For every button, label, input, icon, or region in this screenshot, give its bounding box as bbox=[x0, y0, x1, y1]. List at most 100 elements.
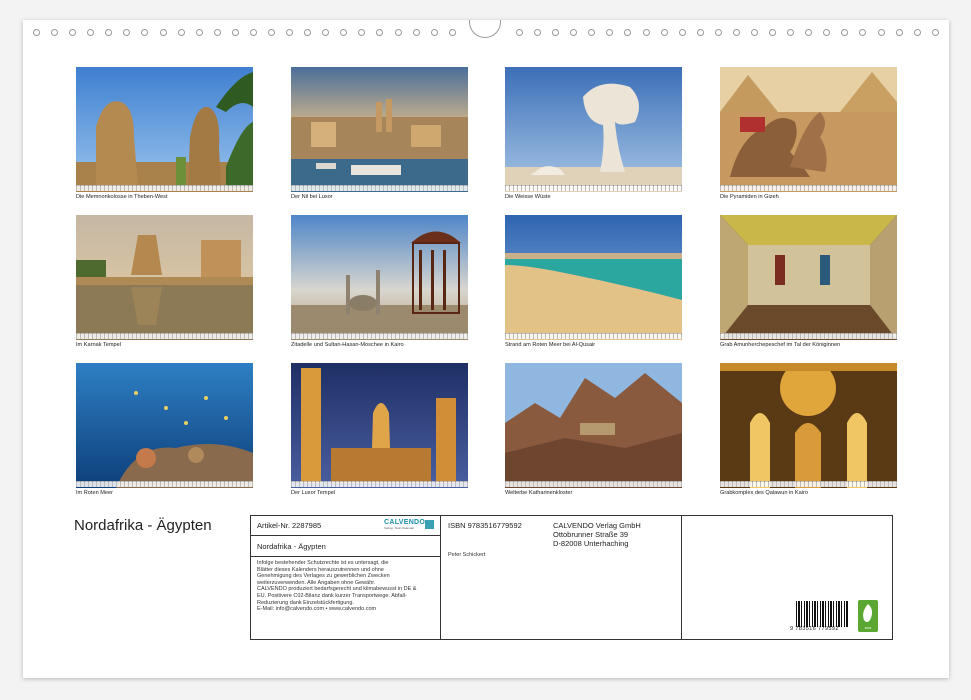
article-row: Artikel-Nr. 2287985 CALVENDO Verlag · De… bbox=[251, 516, 440, 536]
photo-karnak bbox=[76, 215, 253, 340]
calendar-day-strip bbox=[720, 333, 897, 339]
eco-label: eco bbox=[864, 625, 872, 630]
binding-hole bbox=[105, 28, 113, 36]
binding-hole bbox=[823, 28, 831, 36]
binding-hole bbox=[877, 28, 885, 36]
photo-sinai bbox=[505, 363, 682, 488]
binding-hole bbox=[787, 28, 795, 36]
photo-caption: Welterbe Katharinenkloster bbox=[505, 490, 573, 496]
calendar-day-strip bbox=[505, 481, 682, 487]
photo-tile[interactable]: Grabkomplex des Qalawun in Kairo bbox=[720, 363, 897, 497]
binding-hole bbox=[412, 28, 420, 36]
photo-cairo bbox=[291, 215, 468, 340]
binding-hole bbox=[304, 28, 312, 36]
photo-tile[interactable]: Zitadelle und Sultan-Hasan-Moschee in Ka… bbox=[291, 215, 468, 349]
photo-tile[interactable]: Der Nil bei Luxor bbox=[291, 67, 468, 201]
calendar-day-strip bbox=[505, 333, 682, 339]
calendar-day-strip bbox=[76, 481, 253, 487]
photo-tile[interactable]: Die Pyramiden in Gizeh bbox=[720, 67, 897, 201]
binding-hole bbox=[552, 28, 560, 36]
logo-mark-icon bbox=[425, 520, 434, 529]
binding-hole bbox=[286, 28, 294, 36]
photo-tile[interactable]: Die Memnonkolosse in Theben-West bbox=[76, 67, 253, 201]
photo-tile[interactable]: Die Weisse Wüste bbox=[505, 67, 682, 201]
legal-line: Reduzierung dank Einzelstückfertigung. bbox=[257, 599, 354, 606]
binding-hole bbox=[515, 28, 523, 36]
calendar-day-strip bbox=[720, 481, 897, 487]
binding-hole bbox=[732, 28, 740, 36]
binding-hole bbox=[141, 28, 149, 36]
binding-hole bbox=[913, 28, 921, 36]
binding-hole bbox=[588, 28, 596, 36]
calendar-sheet: Die Memnonkolosse in Theben-West Der Nil… bbox=[23, 20, 949, 678]
calendar-day-strip bbox=[505, 185, 682, 191]
binding-hole bbox=[33, 28, 40, 36]
binding-hole bbox=[750, 28, 758, 36]
photo-colossi bbox=[76, 67, 253, 192]
photo-caption: Im Karnak Tempel bbox=[76, 342, 121, 348]
binding-hole bbox=[895, 28, 903, 36]
binding-hole bbox=[340, 28, 348, 36]
calendar-day-strip bbox=[76, 333, 253, 339]
calendar-day-strip bbox=[291, 185, 468, 191]
legal-line: Genehmigung des Verlages zu gewerblichen… bbox=[257, 573, 390, 580]
title-row: Nordafrika - Ägypten bbox=[251, 536, 440, 557]
article-number: Artikel-Nr. 2287985 bbox=[257, 521, 322, 530]
binding-hole bbox=[570, 28, 578, 36]
info-title: Nordafrika - Ägypten bbox=[257, 542, 326, 551]
binding-hole bbox=[268, 28, 276, 36]
publisher-name: CALVENDO Verlag GmbH bbox=[553, 521, 641, 530]
binding-hole bbox=[714, 28, 722, 36]
info-column-right: 9 783516 779592 eco bbox=[682, 516, 892, 639]
binding-hole bbox=[678, 28, 686, 36]
binding-hole bbox=[624, 28, 632, 36]
barcode-number: 9 783516 779592 bbox=[790, 626, 839, 632]
binding-hole bbox=[805, 28, 813, 36]
binding-hole bbox=[231, 28, 239, 36]
isbn-barcode bbox=[796, 601, 848, 627]
photo-caption: Die Weisse Wüste bbox=[505, 194, 551, 200]
photo-tile[interactable]: Der Luxor Tempel bbox=[291, 363, 468, 497]
binding-hole bbox=[159, 28, 167, 36]
photo-qalawun bbox=[720, 363, 897, 488]
legal-line: CALVENDO produziert bedarfsgerecht und k… bbox=[257, 586, 417, 593]
isbn: ISBN 9783516779592 bbox=[448, 521, 522, 530]
legal-line: Blätter dieses Kalenders herauszutrennen… bbox=[257, 566, 384, 573]
binding-hole bbox=[606, 28, 614, 36]
binding-hole bbox=[660, 28, 668, 36]
binding-hole bbox=[931, 28, 939, 36]
legal-line: E-Mail: info@calvendo.com • www.calvendo… bbox=[257, 606, 377, 613]
eco-leaf-icon: eco bbox=[858, 600, 878, 632]
calendar-day-strip bbox=[76, 185, 253, 191]
legal-line: Infolge bestehender Schutzrechte ist es … bbox=[257, 560, 389, 566]
binding-hole bbox=[69, 28, 77, 36]
legal-line: EU. Positivere C02-Bilanz dank kurzer Tr… bbox=[257, 592, 407, 599]
photo-tomb bbox=[720, 215, 897, 340]
photo-tile[interactable]: Grab Amunherchepeschef im Tal der Königi… bbox=[720, 215, 897, 349]
binding-hole bbox=[769, 28, 777, 36]
legal-line: weiterzuverwenden. Alle Angaben ohne Gew… bbox=[257, 579, 376, 586]
photo-tile[interactable]: Im Roten Meer bbox=[76, 363, 253, 497]
binding-hole bbox=[195, 28, 203, 36]
binding-hole bbox=[394, 28, 402, 36]
photo-beach bbox=[505, 215, 682, 340]
publisher-address: CALVENDO Verlag GmbH Ottobrunner Straße … bbox=[553, 521, 641, 548]
binding-hole bbox=[642, 28, 650, 36]
binding-hole bbox=[696, 28, 704, 36]
info-column-middle: ISBN 9783516779592 CALVENDO Verlag GmbH … bbox=[441, 516, 682, 639]
publisher-street: Ottobrunner Straße 39 bbox=[553, 530, 629, 539]
binding-hole bbox=[51, 28, 59, 36]
publisher-info-box: Artikel-Nr. 2287985 CALVENDO Verlag · De… bbox=[250, 515, 893, 640]
binding-hole bbox=[859, 28, 867, 36]
binding-hole bbox=[322, 28, 330, 36]
photo-white-desert bbox=[505, 67, 682, 192]
photo-caption: Grab Amunherchepeschef im Tal der Königi… bbox=[720, 342, 841, 348]
photo-caption: Der Luxor Tempel bbox=[291, 490, 336, 496]
photo-tile[interactable]: Im Karnak Tempel bbox=[76, 215, 253, 349]
photo-tile[interactable]: Strand am Roten Meer bei Al-Qusair bbox=[505, 215, 682, 349]
binding-hole bbox=[841, 28, 849, 36]
info-column-left: Artikel-Nr. 2287985 CALVENDO Verlag · De… bbox=[251, 516, 441, 639]
photo-pyramids bbox=[720, 67, 897, 192]
binding-hole bbox=[358, 28, 366, 36]
photo-tile[interactable]: Welterbe Katharinenkloster bbox=[505, 363, 682, 497]
